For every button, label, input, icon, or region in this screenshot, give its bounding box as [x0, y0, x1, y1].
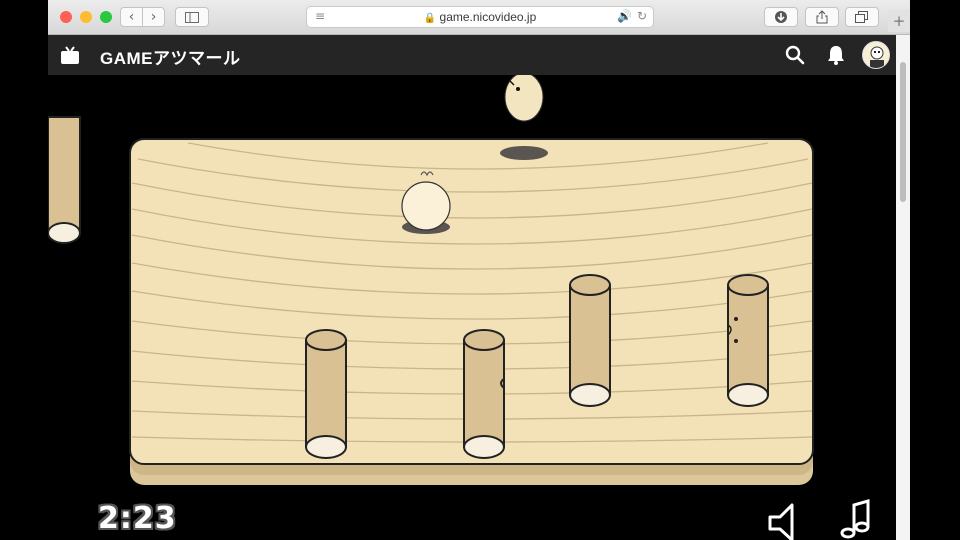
post-1: [305, 329, 347, 459]
share-icon: [816, 10, 828, 24]
creature-shadow: [500, 146, 548, 160]
scrollbar-thumb[interactable]: [900, 62, 906, 202]
forward-icon: ›: [150, 9, 157, 25]
site-logo[interactable]: GAMEアツマール: [100, 44, 241, 69]
site-header: GAMEアツマール: [48, 35, 896, 75]
download-button[interactable]: [764, 7, 798, 27]
browser-window: ‹ › ≡ 🔒 game.nicovideo.jp 🔊 ↻ + GAMEアツマー…: [48, 0, 910, 540]
sidebar-icon: [185, 12, 199, 23]
avatar[interactable]: [862, 41, 890, 69]
share-button[interactable]: [805, 7, 839, 27]
new-tab-button[interactable]: +: [888, 10, 910, 32]
bell-icon[interactable]: [826, 44, 846, 66]
forward-button[interactable]: ›: [142, 7, 165, 27]
game-canvas[interactable]: 2:23: [48, 75, 896, 540]
game-scene: [48, 75, 870, 540]
minimize-window-button[interactable]: [80, 11, 92, 23]
reload-icon[interactable]: ↻: [637, 9, 647, 23]
download-icon: [775, 11, 787, 23]
speaker-icon[interactable]: [768, 503, 794, 540]
post-3: [569, 274, 611, 407]
tv-logo-icon[interactable]: [60, 45, 80, 65]
audio-icon[interactable]: 🔊: [617, 9, 632, 23]
lock-icon: 🔒: [423, 13, 437, 24]
post-left-edge: [48, 116, 81, 244]
sidebar-button[interactable]: [175, 7, 209, 27]
back-button[interactable]: ‹: [120, 7, 143, 27]
url-text: game.nicovideo.jp: [439, 10, 537, 24]
page-scrollbar[interactable]: [896, 35, 910, 540]
address-bar[interactable]: ≡ 🔒 game.nicovideo.jp 🔊 ↻: [306, 6, 654, 28]
search-icon[interactable]: [785, 45, 805, 65]
back-icon: ‹: [128, 9, 135, 25]
zoom-window-button[interactable]: [100, 11, 112, 23]
post-2: [463, 329, 505, 459]
close-window-button[interactable]: [60, 11, 72, 23]
music-note-icon[interactable]: [840, 499, 870, 539]
browser-toolbar: ‹ › ≡ 🔒 game.nicovideo.jp 🔊 ↻ +: [48, 0, 910, 35]
falling-creature: [504, 75, 544, 122]
post-4: [727, 274, 769, 407]
game-timer: 2:23: [98, 501, 177, 536]
tabs-button[interactable]: [845, 7, 879, 27]
tabs-icon: [855, 11, 868, 23]
url-wrapper: 🔒 game.nicovideo.jp: [307, 10, 653, 24]
